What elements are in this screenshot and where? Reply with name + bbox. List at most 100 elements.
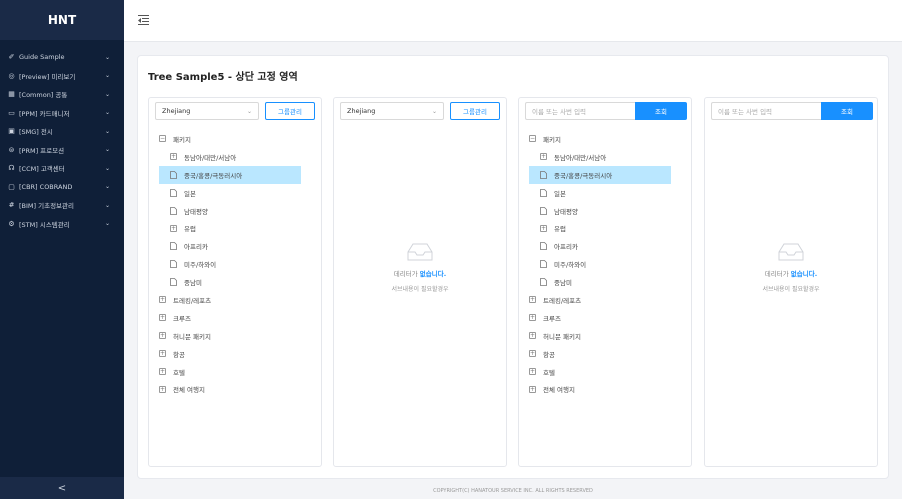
- tree-node[interactable]: + 유럽: [529, 219, 683, 237]
- expand-icon[interactable]: +: [159, 314, 166, 322]
- empty-state: 데리터가 없습니다. 서브내용이 필요할경우: [334, 242, 506, 293]
- tree-node[interactable]: − 패키지: [529, 130, 683, 148]
- sidebar-item-cbr[interactable]: ▢ [CBR] COBRAND ⌄: [0, 178, 124, 197]
- tree-node[interactable]: + 동남아/대만/서남아: [529, 148, 683, 166]
- tree-panel-2: Zhejiang ⌄ 그룹관리 데리터가 없습니다. 서브내용이 필요할경우: [333, 97, 507, 467]
- tree-view: − 패키지 + 동남아/대만/서남아 중국/홍콩/극동러시아 일본 남태평양 + 유럽…: [159, 130, 313, 398]
- region-select[interactable]: Zhejiang ⌄: [340, 102, 444, 120]
- chevron-down-icon: ⌄: [104, 109, 110, 117]
- expand-icon[interactable]: +: [159, 385, 166, 393]
- top-header: [124, 0, 902, 42]
- tree-node[interactable]: + 허니문 패키지: [159, 327, 313, 345]
- pencil-icon: ✐: [8, 53, 15, 62]
- tree-node[interactable]: 중남미: [159, 273, 313, 291]
- file-icon: [540, 170, 547, 179]
- file-icon: [170, 170, 177, 179]
- tree-node[interactable]: + 트레킹/레포츠: [159, 291, 313, 309]
- tree-node[interactable]: + 전체 여행지: [529, 380, 683, 398]
- group-manage-button[interactable]: 그룹관리: [450, 102, 500, 120]
- sidebar-collapse-button[interactable]: <: [0, 477, 124, 499]
- tree-panel-4: 이름 또는 사번 입력 조회 데리터가 없습니다. 서브내용이 필요할경우: [704, 97, 878, 467]
- sidebar-item-label: [BIM] 기초정보관리: [19, 202, 75, 211]
- expand-icon[interactable]: +: [529, 368, 536, 376]
- sidebar-item-stm[interactable]: ⚙ [STM] 시스템관리 ⌄: [0, 215, 124, 234]
- menu-fold-icon[interactable]: [138, 15, 149, 26]
- chevron-down-icon: ⌄: [104, 53, 110, 61]
- tree-node[interactable]: 남태평양: [529, 202, 683, 220]
- tree-node[interactable]: 일본: [159, 184, 313, 202]
- expand-icon[interactable]: +: [529, 350, 536, 358]
- tree-node[interactable]: + 허니문 패키지: [529, 327, 683, 345]
- expand-icon[interactable]: +: [159, 368, 166, 376]
- select-value: Zhejiang: [162, 107, 191, 115]
- sidebar-item-preview[interactable]: ◎ [Preview] 미리보기 ⌄: [0, 67, 124, 86]
- tree-node[interactable]: 미주/하와이: [529, 255, 683, 273]
- sidebar-item-common[interactable]: ▦ [Common] 공통 ⌄: [0, 85, 124, 104]
- brand-logo[interactable]: HNT: [0, 0, 124, 40]
- expand-icon[interactable]: +: [159, 350, 166, 358]
- search-group: 이름 또는 사번 입력 조회: [525, 102, 687, 120]
- file-icon: [170, 188, 177, 197]
- tree-node[interactable]: 아프리카: [529, 237, 683, 255]
- group-manage-button[interactable]: 그룹관리: [265, 102, 315, 120]
- expand-icon[interactable]: +: [159, 296, 166, 304]
- expand-icon[interactable]: +: [529, 314, 536, 322]
- gear-icon: ⚙: [8, 219, 15, 228]
- sidebar-item-ccm[interactable]: ☊ [CCM] 고객센터 ⌄: [0, 159, 124, 178]
- expand-icon[interactable]: +: [170, 153, 177, 161]
- sidebar: HNT ✐ Guide Sample ⌄ ◎ [Preview] 미리보기 ⌄ ▦ [Co…: [0, 0, 124, 499]
- tree-node-selected[interactable]: 중국/홍콩/극동러시아: [159, 165, 301, 184]
- expand-icon[interactable]: +: [529, 296, 536, 304]
- sidebar-item-label: [CCM] 고객센터: [19, 165, 65, 174]
- sidebar-item-prm[interactable]: ⊜ [PRM] 프로모션 ⌄: [0, 141, 124, 160]
- empty-message: 데리터가 없습니다.: [764, 270, 818, 278]
- sidebar-item-bim[interactable]: # [BIM] 기초정보관리 ⌄: [0, 196, 124, 215]
- collapse-icon[interactable]: −: [529, 135, 536, 143]
- chevron-down-icon: ⌄: [104, 90, 110, 98]
- region-select[interactable]: Zhejiang ⌄: [155, 102, 259, 120]
- search-input[interactable]: 이름 또는 사번 입력: [525, 102, 635, 120]
- eye-icon: ◎: [8, 71, 15, 80]
- tree-node[interactable]: + 항공: [529, 345, 683, 363]
- tree-node[interactable]: + 동남아/대만/서남아: [159, 148, 313, 166]
- tree-node[interactable]: + 크루즈: [159, 309, 313, 327]
- expand-icon[interactable]: +: [159, 332, 166, 340]
- sidebar-item-guide-sample[interactable]: ✐ Guide Sample ⌄: [0, 48, 124, 67]
- search-button[interactable]: 조회: [635, 102, 687, 120]
- empty-state: 데리터가 없습니다. 서브내용이 필요할경우: [705, 242, 877, 293]
- file-icon: [540, 242, 547, 251]
- search-input[interactable]: 이름 또는 사번 입력: [711, 102, 821, 120]
- empty-subtext: 서브내용이 필요할경우: [762, 286, 820, 293]
- expand-icon[interactable]: +: [540, 153, 547, 161]
- collapse-icon[interactable]: −: [159, 135, 166, 143]
- tree-node[interactable]: + 유럽: [159, 219, 313, 237]
- tree-node-selected[interactable]: 중국/홍콩/극동러시아: [529, 165, 671, 184]
- expand-icon[interactable]: +: [540, 224, 547, 232]
- expand-icon[interactable]: +: [529, 385, 536, 393]
- tree-node[interactable]: 남태평양: [159, 202, 313, 220]
- tree-node[interactable]: + 트레킹/레포츠: [529, 291, 683, 309]
- chevron-down-icon: ⌄: [246, 107, 252, 115]
- empty-subtext: 서브내용이 필요할경우: [391, 286, 449, 293]
- tree-node[interactable]: 미주/하와이: [159, 255, 313, 273]
- search-button[interactable]: 조회: [821, 102, 873, 120]
- tree-node[interactable]: + 호텔: [159, 363, 313, 381]
- tree-node[interactable]: + 호텔: [529, 363, 683, 381]
- expand-icon[interactable]: +: [529, 332, 536, 340]
- file-icon: [170, 206, 177, 215]
- tree-node[interactable]: 일본: [529, 184, 683, 202]
- tree-node[interactable]: 중남미: [529, 273, 683, 291]
- chevron-down-icon: ⌄: [104, 183, 110, 191]
- tree-node[interactable]: − 패키지: [159, 130, 313, 148]
- expand-icon[interactable]: +: [170, 224, 177, 232]
- sidebar-item-smg[interactable]: ▣ [SMG] 전시 ⌄: [0, 122, 124, 141]
- tree-node[interactable]: 아프리카: [159, 237, 313, 255]
- sidebar-item-label: [SMG] 전시: [19, 128, 53, 137]
- tree-panel-3: 이름 또는 사번 입력 조회 − 패키지 + 동남아/대만/서남아 중국/홍콩/극동…: [518, 97, 692, 467]
- sidebar-item-ppm[interactable]: ▭ [PPM] 카드매니저 ⌄: [0, 104, 124, 123]
- tree-node[interactable]: + 전체 여행지: [159, 380, 313, 398]
- empty-inbox-icon: [407, 243, 433, 261]
- tree-node[interactable]: + 항공: [159, 345, 313, 363]
- tree-node[interactable]: + 크루즈: [529, 309, 683, 327]
- chevron-down-icon: ⌄: [431, 107, 437, 115]
